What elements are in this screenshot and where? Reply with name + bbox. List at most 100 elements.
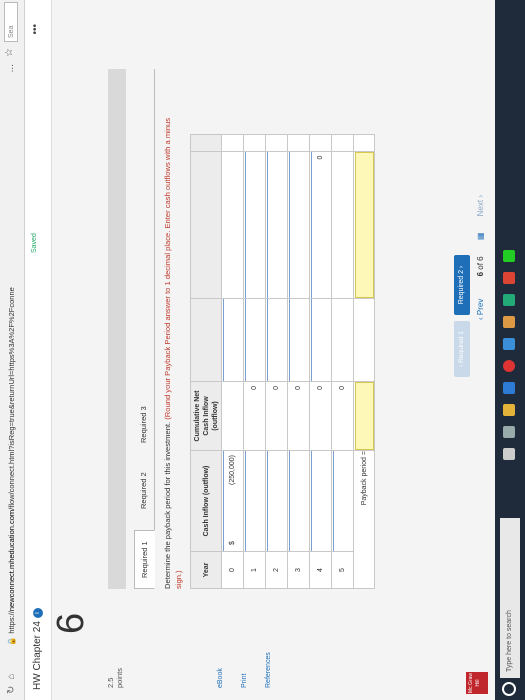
- blank-cell: [353, 298, 375, 382]
- header-blank-2: [190, 151, 222, 299]
- cash-cell: $ (250,000): [221, 450, 244, 552]
- reload-home-icons[interactable]: ↻⌂: [6, 668, 17, 694]
- chrome-icon[interactable]: [503, 360, 515, 372]
- file-explorer-icon[interactable]: [503, 404, 515, 416]
- cash-input[interactable]: [311, 451, 330, 551]
- tab-required-1[interactable]: Required 1: [134, 530, 155, 589]
- yellow-answer-cell: [353, 151, 375, 299]
- url-rest: /flow/connect.html?isReg=true&returnUrl=…: [7, 287, 16, 510]
- taskbar-search-input[interactable]: Type here to search: [500, 518, 520, 678]
- payback-table: Year Cash Inflow (outflow) Cumulative Ne…: [190, 134, 375, 589]
- cortana-icon[interactable]: [502, 682, 516, 696]
- instructions-main: Determine the payback period for this in…: [163, 421, 172, 589]
- app-icon[interactable]: [503, 250, 515, 262]
- question-topbar: [108, 69, 126, 589]
- blank-cell: [243, 134, 266, 152]
- app-icon[interactable]: [503, 294, 515, 306]
- answer-input[interactable]: [289, 151, 308, 299]
- rotated-screen: ↻⌂ 🔒 https://newconnect.mheducation.com/f…: [0, 0, 525, 700]
- app-icon[interactable]: [503, 316, 515, 328]
- edge-icon[interactable]: [503, 338, 515, 350]
- header-blank-3: [190, 134, 222, 152]
- year-cell: 3: [287, 551, 310, 589]
- answer-input-yellow[interactable]: [354, 151, 374, 299]
- input-cell: [265, 298, 288, 382]
- cash-input[interactable]: [245, 451, 264, 551]
- answer-input[interactable]: [311, 299, 330, 381]
- input-cell: [243, 151, 266, 299]
- blank-cell: [221, 134, 244, 152]
- total-questions: 6: [476, 256, 485, 261]
- dollar-sign: $: [229, 541, 236, 545]
- next-required-button[interactable]: Required 2 ›: [454, 255, 470, 315]
- grid-icon[interactable]: ▦: [476, 233, 485, 241]
- assignment-header: HW Chapter 24 i Saved •••: [25, 0, 52, 700]
- browser-toolbar: ↻⌂ 🔒 https://newconnect.mheducation.com/f…: [0, 0, 25, 700]
- answer-input[interactable]: [289, 299, 308, 381]
- answer-input[interactable]: [245, 299, 264, 381]
- prev-required-button[interactable]: ‹ Required 1: [454, 321, 470, 377]
- answer-input[interactable]: [267, 151, 286, 299]
- answer-input[interactable]: [223, 299, 242, 381]
- cum-cell: 0: [243, 381, 266, 451]
- input-cell: [243, 298, 266, 382]
- references-link[interactable]: References: [262, 652, 276, 688]
- cash-cell: [331, 450, 354, 552]
- ebook-link[interactable]: eBook: [214, 652, 228, 688]
- blank-cell: [265, 134, 288, 152]
- next-required-label: Required 2: [458, 270, 465, 305]
- info-icon[interactable]: i: [33, 608, 43, 619]
- payback-input[interactable]: [354, 382, 374, 450]
- more-menu-icon[interactable]: ...: [5, 64, 16, 72]
- input-cell: [265, 151, 288, 299]
- blank-cell: [353, 134, 375, 152]
- cash-input[interactable]: [333, 451, 352, 551]
- required-tabs: Required 1 Required 2 Required 3: [134, 69, 155, 589]
- lock-icon: 🔒: [7, 636, 16, 646]
- of-label: of: [476, 263, 485, 270]
- table-row: 4 0 0: [309, 134, 332, 589]
- cum-cell: 0: [265, 381, 288, 451]
- next-label: Next: [476, 199, 485, 217]
- header-blank-1: [190, 298, 222, 382]
- prev-question-link[interactable]: ‹ Prev: [476, 299, 485, 320]
- table-row: 3 0: [287, 134, 310, 589]
- blank-cell: [287, 134, 310, 152]
- answer-input[interactable]: [245, 151, 264, 299]
- answer-input[interactable]: [267, 299, 286, 381]
- year-cell: 4: [309, 551, 332, 589]
- tab-required-2[interactable]: Required 2: [134, 462, 153, 519]
- mic-icon[interactable]: [503, 448, 515, 460]
- more-icon[interactable]: •••: [30, 24, 41, 35]
- browser-search-input[interactable]: Sea: [4, 2, 18, 42]
- side-links: eBook Print References: [214, 652, 286, 688]
- cash-input[interactable]: $ (250,000): [223, 451, 242, 551]
- task-view-icon[interactable]: [503, 426, 515, 438]
- tab-required-3[interactable]: Required 3: [134, 396, 153, 453]
- cash-cell: [309, 450, 332, 552]
- cum-cell: [221, 381, 244, 451]
- blank-cell: [309, 134, 332, 152]
- table-row: 5 0: [331, 134, 354, 589]
- current-question: 6: [476, 271, 485, 277]
- print-link[interactable]: Print: [238, 652, 252, 688]
- cum-cell: 0: [287, 381, 310, 451]
- total-cell: 0: [309, 151, 332, 299]
- cash-input[interactable]: [267, 451, 286, 551]
- instructions: Determine the payback period for this in…: [162, 109, 184, 589]
- question-pager: ‹ Prev 6 of 6 ▦ Next ›: [476, 195, 485, 320]
- address-bar[interactable]: 🔒 https://newconnect.mheducation.com/flow…: [4, 46, 19, 646]
- year-cell: 1: [243, 551, 266, 589]
- cum-cell: 0: [331, 381, 354, 451]
- app-icon[interactable]: [503, 272, 515, 284]
- blank-cell: [331, 151, 354, 299]
- cash-input[interactable]: [289, 451, 308, 551]
- store-icon[interactable]: [503, 382, 515, 394]
- url-prefix: https://: [7, 611, 16, 634]
- blank-cell: [221, 151, 244, 299]
- next-question-link[interactable]: Next ›: [476, 195, 485, 216]
- points-value: 2.5: [106, 677, 115, 688]
- bookmark-star-icon[interactable]: ☆: [4, 48, 15, 57]
- header-cumulative: Cumulative Net Cash Inflow (outflow): [190, 381, 222, 451]
- assignment-title-text: HW Chapter 24: [32, 621, 43, 690]
